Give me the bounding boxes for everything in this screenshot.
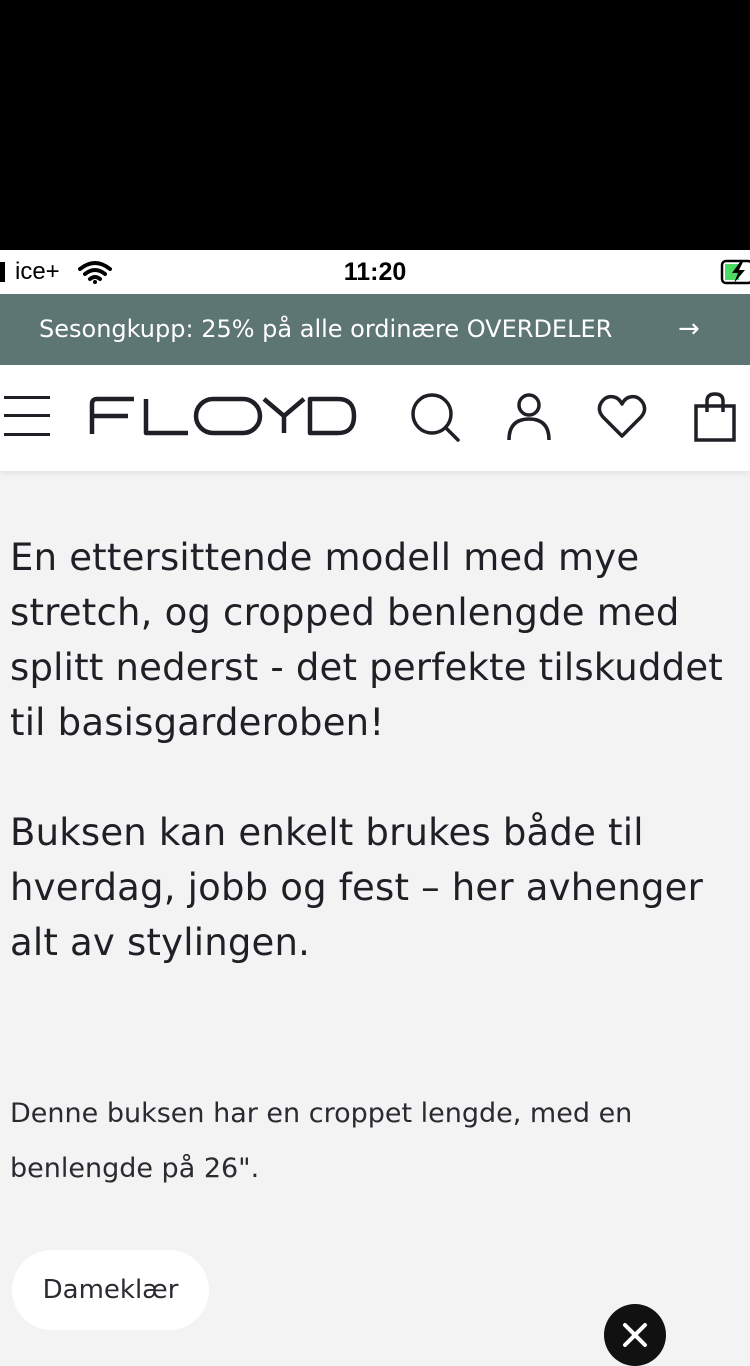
floyd-logo[interactable] — [88, 396, 358, 436]
category-pill-button[interactable]: Dameklær — [12, 1250, 209, 1330]
description-paragraph-2: Buksen kan enkelt brukes både til hverda… — [10, 811, 704, 964]
product-description: En ettersittende modell med mye stretch,… — [10, 530, 740, 970]
clock-time: 11:20 — [343, 258, 407, 286]
arrow-right-icon: → — [678, 314, 700, 344]
search-icon[interactable] — [410, 392, 462, 442]
shopping-bag-icon[interactable] — [694, 392, 736, 442]
promo-text: Sesongkupp: 25% på alle ordinære OVERDEL… — [39, 315, 613, 343]
menu-icon[interactable] — [4, 396, 50, 436]
length-info-text: Denne buksen har en croppet lengde, med … — [10, 1098, 633, 1184]
heart-icon[interactable] — [596, 392, 648, 442]
promo-banner[interactable]: Sesongkupp: 25% på alle ordinære OVERDEL… — [0, 294, 750, 365]
site-header — [0, 365, 750, 471]
description-paragraph-1: En ettersittende modell med mye stretch,… — [10, 536, 723, 744]
close-button[interactable] — [604, 1304, 666, 1366]
close-icon — [623, 1323, 647, 1347]
user-icon[interactable] — [506, 392, 552, 442]
status-bar: ice+ 11:20 — [0, 250, 750, 294]
top-black-area — [0, 0, 750, 250]
battery-charging-icon — [720, 259, 750, 285]
